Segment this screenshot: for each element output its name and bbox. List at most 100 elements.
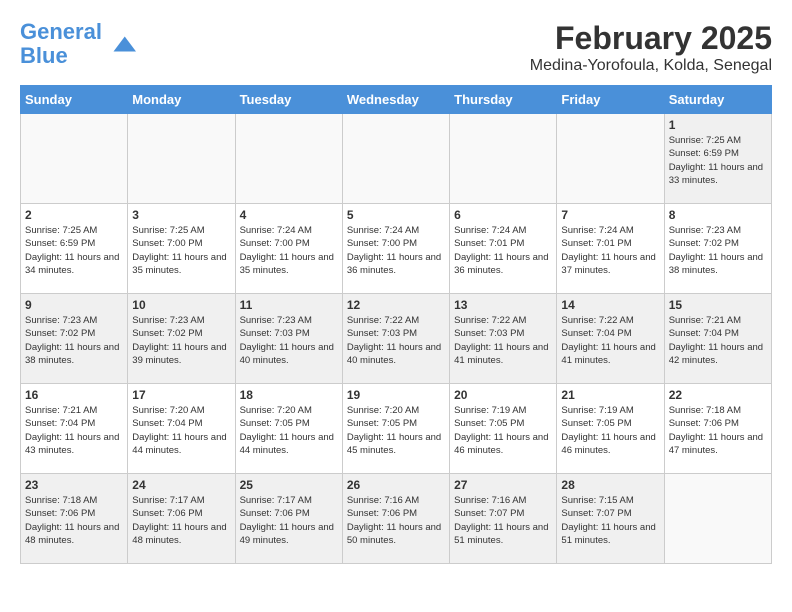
calendar-day-cell — [128, 114, 235, 204]
day-info: Sunrise: 7:25 AM Sunset: 6:59 PM Dayligh… — [669, 134, 767, 187]
day-number: 6 — [454, 208, 552, 222]
logo: General Blue — [20, 20, 136, 68]
day-info: Sunrise: 7:21 AM Sunset: 7:04 PM Dayligh… — [25, 404, 123, 457]
day-number: 12 — [347, 298, 445, 312]
day-info: Sunrise: 7:25 AM Sunset: 6:59 PM Dayligh… — [25, 224, 123, 277]
day-info: Sunrise: 7:23 AM Sunset: 7:02 PM Dayligh… — [25, 314, 123, 367]
day-info: Sunrise: 7:24 AM Sunset: 7:01 PM Dayligh… — [454, 224, 552, 277]
day-number: 10 — [132, 298, 230, 312]
day-info: Sunrise: 7:20 AM Sunset: 7:05 PM Dayligh… — [240, 404, 338, 457]
day-info: Sunrise: 7:20 AM Sunset: 7:04 PM Dayligh… — [132, 404, 230, 457]
page-header: General Blue February 2025 Medina-Yorofo… — [20, 20, 772, 75]
day-number: 9 — [25, 298, 123, 312]
title-block: February 2025 Medina-Yorofoula, Kolda, S… — [530, 20, 772, 75]
calendar: SundayMondayTuesdayWednesdayThursdayFrid… — [20, 85, 772, 564]
calendar-day-cell: 13 Sunrise: 7:22 AM Sunset: 7:03 PM Dayli… — [450, 294, 557, 384]
day-number: 7 — [561, 208, 659, 222]
calendar-header-saturday: Saturday — [664, 86, 771, 114]
calendar-day-cell: 2 Sunrise: 7:25 AM Sunset: 6:59 PM Daylig… — [21, 204, 128, 294]
day-info: Sunrise: 7:22 AM Sunset: 7:04 PM Dayligh… — [561, 314, 659, 367]
day-info: Sunrise: 7:24 AM Sunset: 7:01 PM Dayligh… — [561, 224, 659, 277]
calendar-week-row: 9 Sunrise: 7:23 AM Sunset: 7:02 PM Daylig… — [21, 294, 772, 384]
calendar-header-thursday: Thursday — [450, 86, 557, 114]
day-info: Sunrise: 7:25 AM Sunset: 7:00 PM Dayligh… — [132, 224, 230, 277]
day-info: Sunrise: 7:18 AM Sunset: 7:06 PM Dayligh… — [25, 494, 123, 547]
day-info: Sunrise: 7:22 AM Sunset: 7:03 PM Dayligh… — [454, 314, 552, 367]
calendar-day-cell: 9 Sunrise: 7:23 AM Sunset: 7:02 PM Daylig… — [21, 294, 128, 384]
day-number: 25 — [240, 478, 338, 492]
day-number: 23 — [25, 478, 123, 492]
calendar-header-friday: Friday — [557, 86, 664, 114]
logo-icon — [106, 29, 136, 59]
calendar-day-cell: 10 Sunrise: 7:23 AM Sunset: 7:02 PM Dayli… — [128, 294, 235, 384]
day-number: 14 — [561, 298, 659, 312]
calendar-header-wednesday: Wednesday — [342, 86, 449, 114]
calendar-day-cell: 16Sunrise: 7:21 AM Sunset: 7:04 PM Dayli… — [21, 384, 128, 474]
location-title: Medina-Yorofoula, Kolda, Senegal — [530, 57, 772, 75]
day-number: 19 — [347, 388, 445, 402]
logo-line1: General — [20, 19, 102, 44]
logo-line2: Blue — [20, 43, 68, 68]
calendar-day-cell: 17 Sunrise: 7:20 AM Sunset: 7:04 PM Dayli… — [128, 384, 235, 474]
calendar-day-cell: 4 Sunrise: 7:24 AM Sunset: 7:00 PM Daylig… — [235, 204, 342, 294]
calendar-day-cell: 15 Sunrise: 7:21 AM Sunset: 7:04 PM Dayli… — [664, 294, 771, 384]
day-number: 17 — [132, 388, 230, 402]
day-info: Sunrise: 7:18 AM Sunset: 7:06 PM Dayligh… — [669, 404, 767, 457]
calendar-day-cell — [21, 114, 128, 204]
day-number: 26 — [347, 478, 445, 492]
calendar-day-cell: 20Sunrise: 7:19 AM Sunset: 7:05 PM Dayli… — [450, 384, 557, 474]
calendar-header-sunday: Sunday — [21, 86, 128, 114]
day-info: Sunrise: 7:23 AM Sunset: 7:03 PM Dayligh… — [240, 314, 338, 367]
day-info: Sunrise: 7:22 AM Sunset: 7:03 PM Dayligh… — [347, 314, 445, 367]
month-title: February 2025 — [530, 20, 772, 57]
day-info: Sunrise: 7:21 AM Sunset: 7:04 PM Dayligh… — [669, 314, 767, 367]
day-info: Sunrise: 7:20 AM Sunset: 7:05 PM Dayligh… — [347, 404, 445, 457]
calendar-day-cell — [342, 114, 449, 204]
day-number: 27 — [454, 478, 552, 492]
calendar-day-cell: 6 Sunrise: 7:24 AM Sunset: 7:01 PM Daylig… — [450, 204, 557, 294]
day-number: 2 — [25, 208, 123, 222]
day-number: 28 — [561, 478, 659, 492]
calendar-day-cell: 7 Sunrise: 7:24 AM Sunset: 7:01 PM Daylig… — [557, 204, 664, 294]
calendar-day-cell — [557, 114, 664, 204]
calendar-day-cell: 11 Sunrise: 7:23 AM Sunset: 7:03 PM Dayli… — [235, 294, 342, 384]
calendar-day-cell — [235, 114, 342, 204]
day-number: 15 — [669, 298, 767, 312]
day-info: Sunrise: 7:24 AM Sunset: 7:00 PM Dayligh… — [347, 224, 445, 277]
day-number: 21 — [561, 388, 659, 402]
calendar-day-cell: 25Sunrise: 7:17 AM Sunset: 7:06 PM Dayli… — [235, 474, 342, 564]
day-number: 5 — [347, 208, 445, 222]
calendar-day-cell: 22Sunrise: 7:18 AM Sunset: 7:06 PM Dayli… — [664, 384, 771, 474]
calendar-week-row: 23 Sunrise: 7:18 AM Sunset: 7:06 PM Dayli… — [21, 474, 772, 564]
day-number: 18 — [240, 388, 338, 402]
day-number: 1 — [669, 118, 767, 132]
calendar-day-cell — [664, 474, 771, 564]
day-number: 3 — [132, 208, 230, 222]
day-number: 8 — [669, 208, 767, 222]
calendar-day-cell: 27 Sunrise: 7:16 AM Sunset: 7:07 PM Dayli… — [450, 474, 557, 564]
day-info: Sunrise: 7:23 AM Sunset: 7:02 PM Dayligh… — [132, 314, 230, 367]
calendar-day-cell: 8 Sunrise: 7:23 AM Sunset: 7:02 PM Daylig… — [664, 204, 771, 294]
day-info: Sunrise: 7:16 AM Sunset: 7:07 PM Dayligh… — [454, 494, 552, 547]
day-info: Sunrise: 7:23 AM Sunset: 7:02 PM Dayligh… — [669, 224, 767, 277]
day-number: 13 — [454, 298, 552, 312]
day-info: Sunrise: 7:24 AM Sunset: 7:00 PM Dayligh… — [240, 224, 338, 277]
day-number: 24 — [132, 478, 230, 492]
calendar-week-row: 1 Sunrise: 7:25 AM Sunset: 6:59 PM Daylig… — [21, 114, 772, 204]
calendar-day-cell: 26Sunrise: 7:16 AM Sunset: 7:06 PM Dayli… — [342, 474, 449, 564]
calendar-day-cell: 14 Sunrise: 7:22 AM Sunset: 7:04 PM Dayli… — [557, 294, 664, 384]
calendar-week-row: 2 Sunrise: 7:25 AM Sunset: 6:59 PM Daylig… — [21, 204, 772, 294]
logo-text: General Blue — [20, 20, 102, 68]
calendar-day-cell: 28Sunrise: 7:15 AM Sunset: 7:07 PM Dayli… — [557, 474, 664, 564]
calendar-header-tuesday: Tuesday — [235, 86, 342, 114]
day-info: Sunrise: 7:19 AM Sunset: 7:05 PM Dayligh… — [561, 404, 659, 457]
calendar-header-monday: Monday — [128, 86, 235, 114]
day-info: Sunrise: 7:17 AM Sunset: 7:06 PM Dayligh… — [132, 494, 230, 547]
calendar-day-cell: 12 Sunrise: 7:22 AM Sunset: 7:03 PM Dayli… — [342, 294, 449, 384]
calendar-day-cell: 24 Sunrise: 7:17 AM Sunset: 7:06 PM Dayli… — [128, 474, 235, 564]
calendar-week-row: 16Sunrise: 7:21 AM Sunset: 7:04 PM Dayli… — [21, 384, 772, 474]
day-number: 11 — [240, 298, 338, 312]
day-number: 4 — [240, 208, 338, 222]
calendar-day-cell: 18 Sunrise: 7:20 AM Sunset: 7:05 PM Dayli… — [235, 384, 342, 474]
calendar-day-cell: 19 Sunrise: 7:20 AM Sunset: 7:05 PM Dayli… — [342, 384, 449, 474]
